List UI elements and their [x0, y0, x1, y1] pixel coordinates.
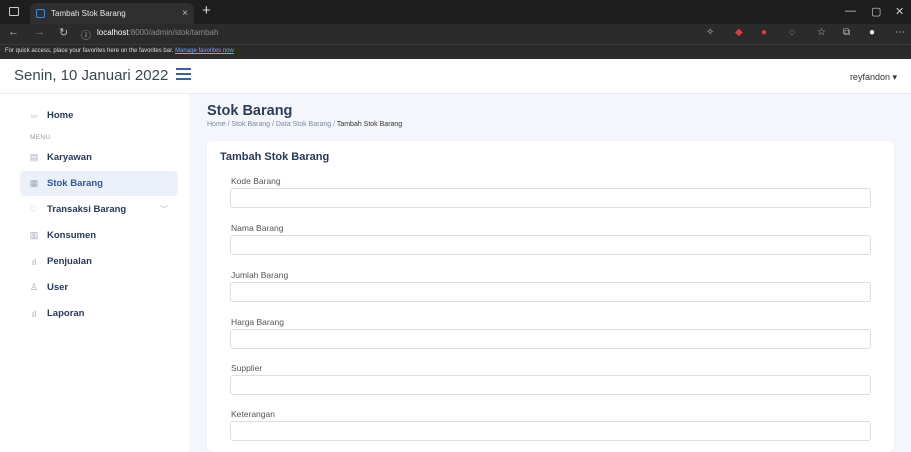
- user-icon: ♙: [29, 282, 39, 292]
- sidebar-item-label: Stok Barang: [47, 178, 103, 189]
- header-date: Senin, 10 Januari 2022: [14, 67, 169, 84]
- favorites-bar-text: For quick access, place your favorites h…: [5, 48, 174, 54]
- extensions-icon[interactable]: ◌: [789, 27, 795, 38]
- site-info-icon[interactable]: ⓘ: [81, 27, 91, 42]
- sidebar-item-label: User: [47, 282, 69, 293]
- profile-avatar-icon[interactable]: ●: [869, 27, 875, 38]
- sidebar-item-label: Penjualan: [47, 256, 92, 267]
- maximize-icon[interactable]: ▢: [871, 5, 881, 18]
- url-path: :8000/admin/stok/tambah: [128, 28, 219, 37]
- breadcrumb-trail[interactable]: Home / Stok Barang / Data Stok Barang /: [207, 121, 337, 128]
- hamburger-menu-icon[interactable]: [176, 68, 191, 80]
- sidebar-item-label: Transaksi Barang: [47, 204, 127, 215]
- read-aloud-icon[interactable]: ✧: [706, 27, 714, 38]
- sidebar-item-penjualan[interactable]: ıl Penjualan: [20, 249, 178, 274]
- chart-icon: ıl: [31, 308, 37, 319]
- supplier-label: Supplier: [231, 363, 263, 373]
- nama-barang-label: Nama Barang: [231, 223, 284, 233]
- user-dropdown[interactable]: reyfandon ▾: [850, 72, 897, 83]
- sidebar-section-label: MENU: [30, 134, 51, 141]
- sidebar-item-home[interactable]: ▫▫ Home: [20, 103, 178, 128]
- breadcrumb-current: Tambah Stok Barang: [336, 121, 403, 128]
- jumlah-barang-label: Jumlah Barang: [231, 270, 289, 280]
- page-favicon-icon: [36, 9, 45, 18]
- sidebar-item-konsumen[interactable]: ▥ Konsumen: [20, 223, 178, 248]
- karyawan-icon: ▤: [29, 152, 39, 162]
- keterangan-input[interactable]: [230, 421, 871, 441]
- new-tab-button[interactable]: +: [202, 2, 211, 19]
- keterangan-label: Keterangan: [231, 409, 275, 419]
- form-card: Tambah Stok Barang Kode Barang Nama Bara…: [207, 141, 894, 452]
- address-bar: ← → ↻ ⓘ localhost:8000/admin/stok/tambah…: [0, 24, 911, 44]
- minimize-icon[interactable]: —: [845, 5, 856, 17]
- supplier-input[interactable]: [230, 375, 871, 395]
- collections-icon[interactable]: ⧉: [843, 27, 850, 38]
- back-icon[interactable]: ←: [8, 26, 19, 38]
- reload-icon[interactable]: ↻: [59, 26, 68, 39]
- sidebar-item-stok-barang[interactable]: ▦ Stok Barang: [20, 171, 178, 196]
- harga-barang-input[interactable]: [230, 329, 871, 349]
- stok-barang-icon: ▦: [29, 178, 39, 188]
- jumlah-barang-input[interactable]: [230, 282, 871, 302]
- transaksi-icon: ♡: [29, 204, 39, 214]
- tab-actions-icon[interactable]: [9, 7, 19, 16]
- sidebar-item-label: Konsumen: [47, 230, 97, 241]
- chevron-down-icon[interactable]: ﹀: [160, 204, 168, 215]
- extension-adblock-icon[interactable]: ●: [761, 27, 767, 38]
- url-host: localhost: [97, 28, 129, 37]
- favorites-icon[interactable]: ☆: [817, 27, 826, 38]
- window-close-icon[interactable]: ✕: [895, 5, 904, 18]
- more-menu-icon[interactable]: ⋯: [895, 27, 905, 38]
- extension-red-icon[interactable]: ◆: [735, 27, 743, 38]
- url-field[interactable]: localhost:8000/admin/stok/tambah: [97, 28, 218, 37]
- sidebar-item-label: Home: [47, 110, 74, 121]
- home-icon: ▫▫: [30, 110, 38, 121]
- browser-tab[interactable]: Tambah Stok Barang ×: [30, 3, 194, 24]
- manage-favorites-link[interactable]: Manage favorites now: [175, 48, 234, 54]
- breadcrumb: Home / Stok Barang / Data Stok Barang / …: [207, 121, 402, 128]
- sidebar-item-label: Karyawan: [47, 152, 92, 163]
- page-title: Stok Barang: [207, 103, 293, 119]
- sidebar-item-transaksi-barang[interactable]: ♡ Transaksi Barang ﹀: [20, 197, 178, 222]
- sidebar-item-karyawan[interactable]: ▤ Karyawan: [20, 145, 178, 170]
- app-header: Senin, 10 Januari 2022 reyfandon ▾: [0, 59, 911, 94]
- harga-barang-label: Harga Barang: [231, 317, 284, 327]
- favorites-bar: For quick access, place your favorites h…: [0, 44, 911, 59]
- konsumen-icon: ▥: [29, 230, 39, 240]
- kode-barang-label: Kode Barang: [231, 176, 281, 186]
- sidebar-item-label: Laporan: [47, 308, 85, 319]
- tab-close-icon[interactable]: ×: [182, 8, 188, 19]
- sidebar-item-laporan[interactable]: ıl Laporan: [20, 301, 178, 326]
- browser-tab-bar: Tambah Stok Barang × + — ▢ ✕: [0, 0, 911, 24]
- forward-icon[interactable]: →: [34, 26, 45, 38]
- nama-barang-input[interactable]: [230, 235, 871, 255]
- tab-title: Tambah Stok Barang: [51, 9, 126, 18]
- chart-icon: ıl: [31, 256, 37, 267]
- form-title: Tambah Stok Barang: [220, 151, 330, 163]
- sidebar: ▫▫ Home MENU ▤ Karyawan ▦ Stok Barang ♡ …: [0, 94, 189, 452]
- sidebar-item-user[interactable]: ♙ User: [20, 275, 178, 300]
- kode-barang-input[interactable]: [230, 188, 871, 208]
